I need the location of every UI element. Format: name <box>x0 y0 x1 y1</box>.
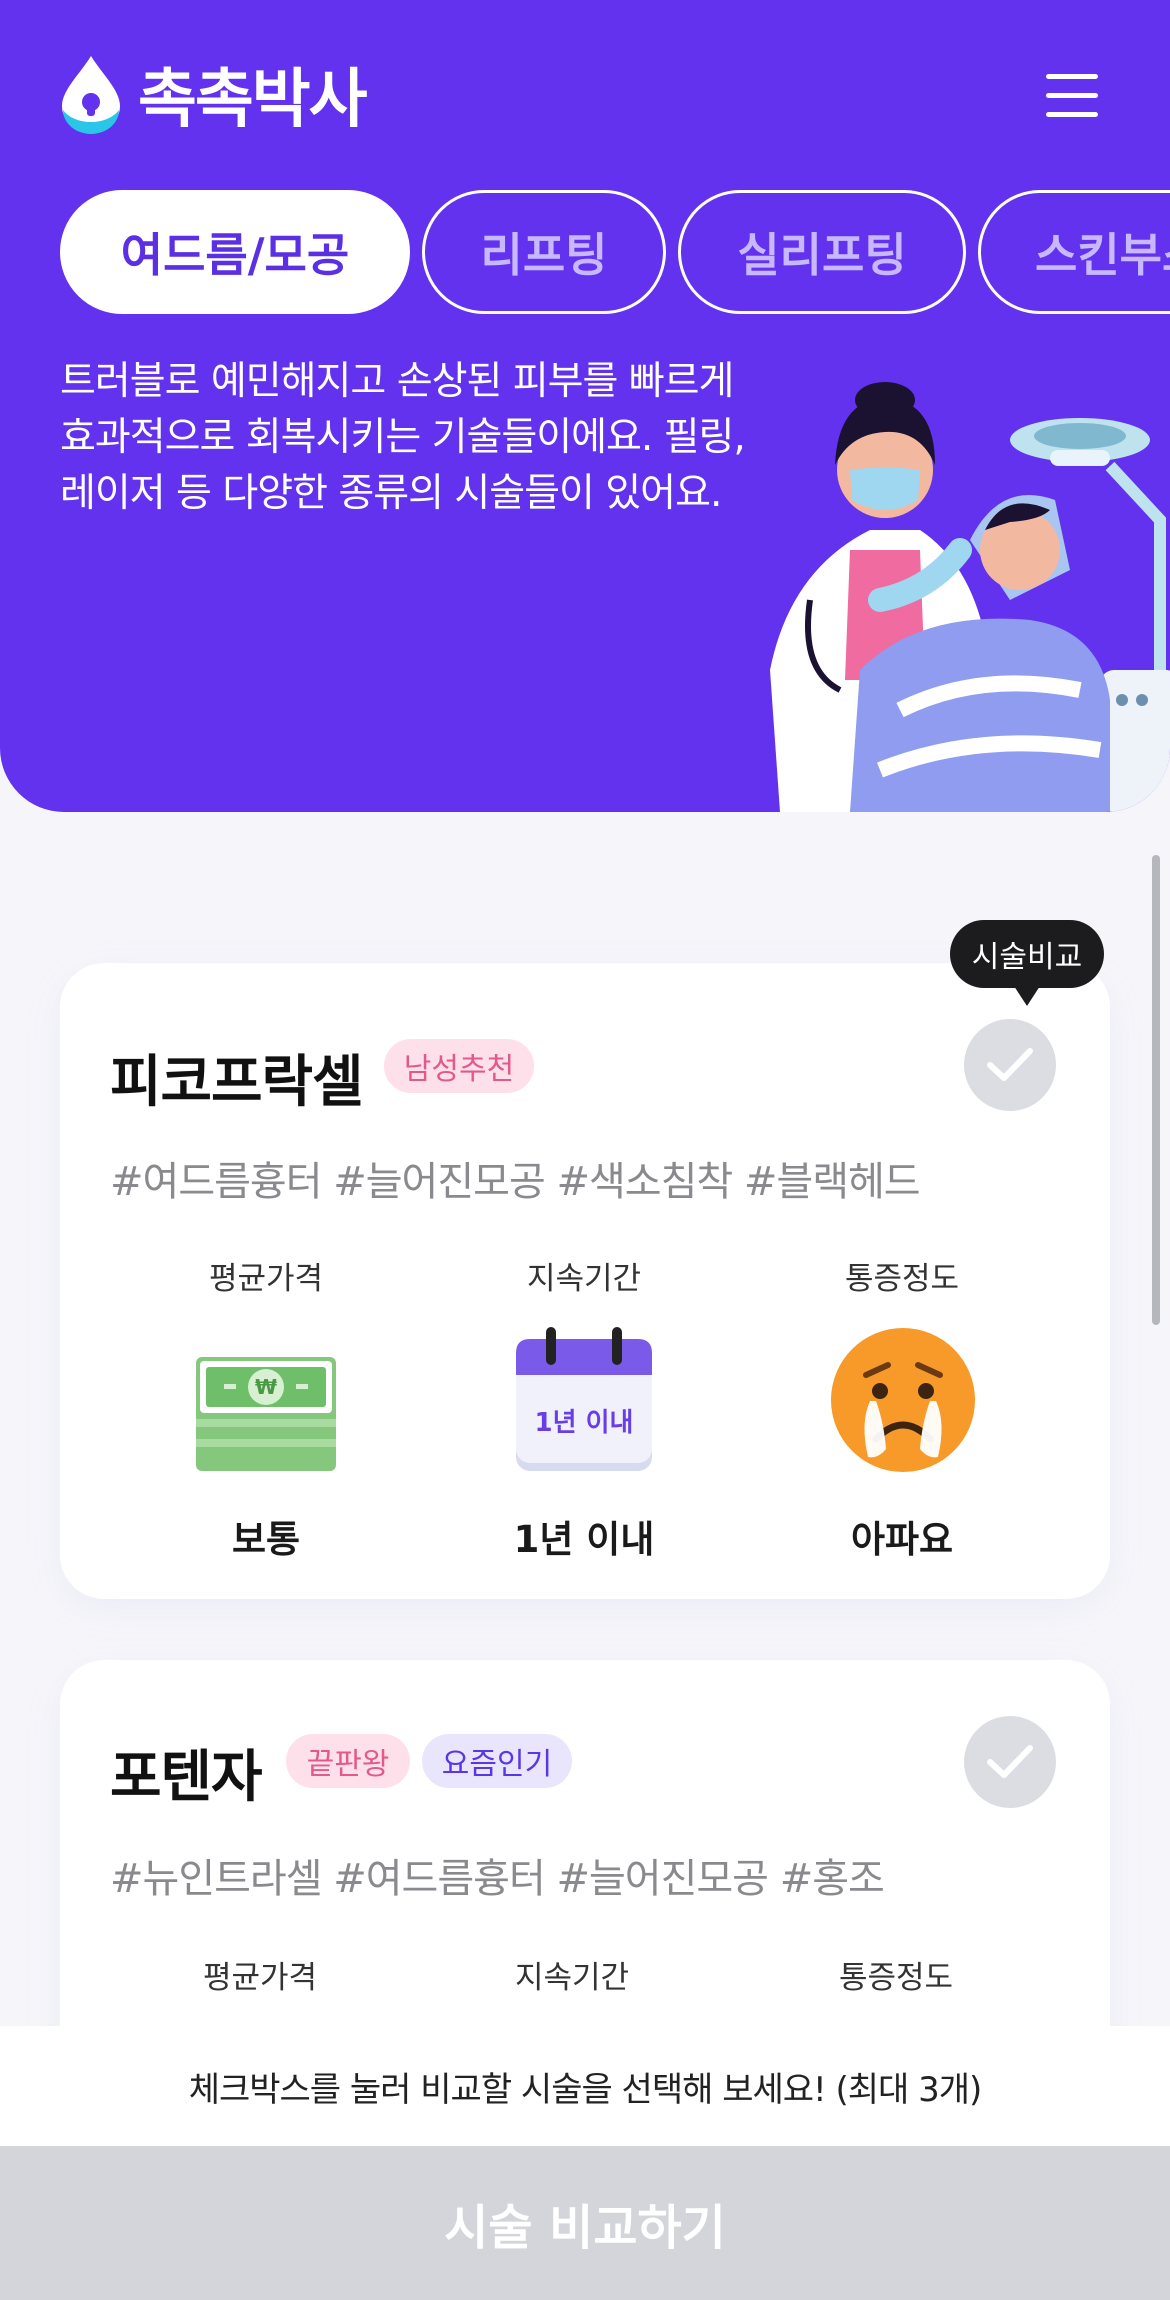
compare-tooltip: 시술비교 <box>950 920 1104 1006</box>
treatment-card-picofraxel[interactable]: 피코프락셀 남성추천 #여드름흉터 #늘어진모공 #색소침착 #블랙헤드 평균가… <box>60 963 1110 1599</box>
compare-checkbox[interactable] <box>964 1019 1056 1111</box>
tab-acne-pores[interactable]: 여드름/모공 <box>60 190 410 314</box>
card-hashtags: #뉴인트라셀 #여드름흉터 #늘어진모공 #홍조 <box>110 1856 885 1902</box>
tab-skin-booster[interactable]: 스킨부스터 <box>978 190 1170 314</box>
doctor-patient-illustration <box>770 382 1170 812</box>
calendar-icon: 1년 이내 <box>516 1327 652 1471</box>
tab-thread-lifting[interactable]: 실리프팅 <box>678 190 966 314</box>
crying-face-icon <box>831 1328 975 1472</box>
stat-value-duration: 1년 이내 <box>513 1518 655 1561</box>
compare-hint-bar: 체크박스를 눌러 비교할 시술을 선택해 보세요! (최대 3개) <box>0 2026 1170 2146</box>
money-bill-icon: ₩ <box>196 1357 336 1471</box>
compare-checkbox[interactable] <box>964 1716 1056 1808</box>
stat-label-price: 평균가격 <box>208 1261 324 1297</box>
hero-description: 트러블로 예민해지고 손상된 피부를 빠르게 효과적으로 회복시키는 기술들이에… <box>60 359 746 516</box>
stat-label-duration: 지속기간 <box>526 1261 642 1297</box>
card-title: 피코프락셀 <box>110 1050 364 1115</box>
scrollbar[interactable] <box>1152 855 1160 1325</box>
water-drop-logo-icon <box>62 56 120 134</box>
hero-section: 촉촉박사 여드름/모공 리프팅 실리프팅 스킨부스터 트러블로 예민해지고 손상… <box>0 0 1170 812</box>
badge-trending: 요즘인기 <box>422 1734 572 1788</box>
logo-text: 촉촉박사 <box>138 63 368 137</box>
check-icon <box>987 1048 1033 1081</box>
logo[interactable]: 촉촉박사 <box>58 52 368 137</box>
hamburger-menu-icon[interactable] <box>1046 74 1098 118</box>
tab-lifting[interactable]: 리프팅 <box>422 190 666 314</box>
stat-label-pain: 통증정도 <box>838 1960 954 1996</box>
stat-label-price: 평균가격 <box>202 1960 318 1996</box>
svg-text:₩: ₩ <box>255 1375 277 1399</box>
card-title: 포텐자 <box>110 1745 263 1810</box>
stat-value-pain: 아파요 <box>850 1518 954 1561</box>
category-tabs: 여드름/모공 리프팅 실리프팅 스킨부스터 <box>60 190 1170 320</box>
stat-value-price: 보통 <box>231 1518 301 1561</box>
badge-ultimate: 끝판왕 <box>286 1734 410 1788</box>
stat-label-pain: 통증정도 <box>844 1261 960 1297</box>
compare-treatments-button[interactable]: 시술 비교하기 <box>0 2146 1170 2300</box>
calendar-icon-text: 1년 이내 <box>535 1408 634 1438</box>
card-hashtags: #여드름흉터 #늘어진모공 #색소침착 #블랙헤드 <box>110 1159 921 1205</box>
check-icon <box>987 1745 1033 1778</box>
badge-recommended-for-men: 남성추천 <box>384 1039 534 1093</box>
stat-label-duration: 지속기간 <box>514 1960 630 1996</box>
